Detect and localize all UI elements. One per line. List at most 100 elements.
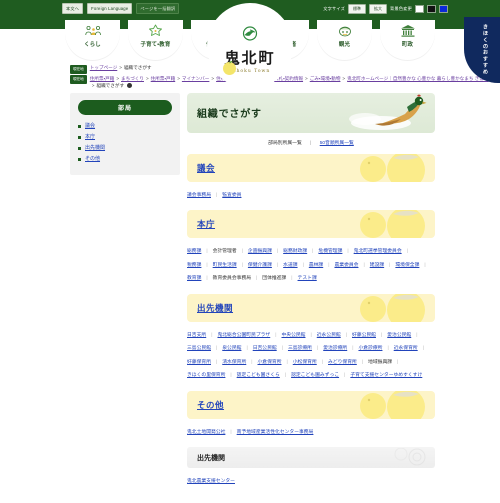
font-size-large-button[interactable]: 拡大 (369, 4, 388, 14)
org-link[interactable]: 日吉支所 (187, 333, 206, 338)
org-link[interactable]: 愛治公民館 (387, 333, 411, 338)
org-link[interactable]: 議会事務局 (187, 193, 211, 198)
sidebar-item-deasaki-kikan[interactable]: 出先機関 (78, 143, 172, 154)
bg-color-blue-swatch[interactable] (439, 5, 448, 13)
org-link[interactable]: 教育課 (187, 276, 201, 281)
page-layout: 部局 議会 本庁 出先機関 その他 組織でさがす 部局別所属一覧 | 50音順所… (0, 92, 500, 497)
org-link[interactable]: 三島公民館 (187, 346, 211, 351)
org-link[interactable]: 南予地域産業活性化センター事務局 (237, 430, 314, 435)
org-link[interactable]: 保健介護課 (248, 263, 272, 268)
section-header-honcho[interactable]: 本庁 (187, 210, 435, 238)
breadcrumb-link[interactable]: 住所票・戸籍 (90, 76, 115, 81)
breadcrumb-link[interactable]: まちづくり (121, 76, 144, 81)
foreign-language-button[interactable]: Foreign Language (87, 3, 133, 14)
link-separator: | (397, 359, 399, 365)
breadcrumb-link-home[interactable]: 鬼北町ホームページ｜自然豊かな 心豊かな 暮らし豊かなまち きほく (347, 76, 488, 81)
view-link-bukyoku[interactable]: 部局別所属一覧 (268, 141, 302, 146)
sidebar-item-label[interactable]: その他 (85, 156, 100, 162)
view-link-separator: | (310, 140, 312, 146)
org-link[interactable]: 危機管理課 (318, 249, 342, 254)
org-link[interactable]: 子育て支援センターゆめすくすけ (350, 373, 422, 378)
org-link[interactable]: 鬼北農業支援センター (187, 479, 235, 484)
translate-page-button[interactable]: ページを一括翻訳 (136, 3, 180, 14)
breadcrumb-link-top[interactable]: トップページ (90, 65, 117, 70)
bg-color-white-swatch[interactable] (415, 5, 424, 13)
org-link[interactable]: 建設課 (370, 263, 384, 268)
section-header-deasaki[interactable]: 出先機関 (187, 293, 435, 322)
org-link[interactable]: 企画振興課 (248, 249, 272, 254)
flower-icon (124, 23, 187, 39)
breadcrumb-links: トップページ > 組織でさがす (90, 64, 492, 71)
sidebar-item-label[interactable]: 出先機関 (85, 145, 105, 151)
org-link[interactable]: 近永保育所 (394, 346, 418, 351)
org-link[interactable]: 三島診療所 (288, 346, 312, 351)
org-link[interactable]: 農林課 (309, 263, 323, 268)
org-link[interactable]: 小倉保育所 (258, 360, 282, 365)
section-header-sonota[interactable]: その他 (187, 390, 435, 419)
org-link[interactable]: 認定こども園さくら (237, 373, 280, 378)
link-separator: | (302, 262, 304, 268)
org-link[interactable]: 税務課 (187, 263, 201, 268)
nav-item-kurashi[interactable]: くらし (61, 20, 124, 60)
link-separator: | (230, 373, 232, 378)
section-title[interactable]: その他 (197, 399, 224, 411)
nav-item-kanko[interactable]: 観光 (313, 20, 376, 60)
org-link[interactable]: 総務財政課 (283, 249, 307, 254)
nav-item-chosei[interactable]: 町政 (376, 20, 439, 60)
org-link[interactable]: 好藤公民館 (352, 333, 376, 338)
org-link[interactable]: 環境保全課 (395, 263, 419, 268)
print-icon[interactable] (127, 82, 133, 88)
skip-to-content-button[interactable]: 本文へ (62, 3, 84, 14)
link-separator: | (251, 359, 253, 365)
org-link[interactable]: 鬼北町選挙管理委員会 (354, 249, 402, 254)
sidebar-item-honcho[interactable]: 本庁 (78, 132, 172, 143)
link-separator: | (361, 359, 364, 365)
section-title[interactable]: 本庁 (197, 218, 215, 230)
org-link[interactable]: みどり保育所 (328, 360, 357, 365)
view-link-gojuon[interactable]: 50音順所属一覧 (320, 141, 354, 146)
org-link[interactable]: 鬼北土地開発公社 (187, 430, 225, 435)
section-title[interactable]: 議会 (197, 162, 215, 174)
org-link[interactable]: 近永公民館 (317, 333, 341, 338)
site-logo[interactable]: 鬼北町 Kihoku Town (207, 3, 293, 89)
bg-color-black-swatch[interactable] (427, 5, 436, 13)
breadcrumb-link[interactable]: マイナンバー (182, 76, 209, 81)
org-link[interactable]: 小松保育所 (293, 360, 317, 365)
section-header-gikai[interactable]: 議会 (187, 153, 435, 182)
page-title: 組織でさがす (197, 109, 262, 120)
section-title[interactable]: 出先機関 (197, 302, 233, 314)
org-link[interactable]: 小倉診療所 (358, 346, 382, 351)
nav-item-kosodate-kyoiku[interactable]: 子育て・教育 (124, 20, 187, 60)
org-link[interactable]: 農業委員会 (334, 263, 358, 268)
org-link[interactable]: 好藤保育所 (187, 360, 211, 365)
font-size-standard-button[interactable]: 標準 (348, 4, 367, 14)
org-link[interactable]: 愛治診療所 (323, 346, 347, 351)
breadcrumb-link[interactable]: 住所票・戸籍 (151, 76, 176, 81)
org-link[interactable]: 総務課 (187, 249, 201, 254)
section-links-deasaki: 日吉支所 | 鬼北総合公園町民プラザ | 中央公民館 | 近永公民館 | 好藤公民館 | 愛治公民館… (187, 327, 435, 381)
sidebar-item-gikai[interactable]: 議会 (78, 121, 172, 132)
link-separator: | (416, 332, 418, 338)
org-link[interactable]: テスト課 (298, 276, 317, 281)
page-title-banner: 組織でさがす (187, 92, 435, 133)
org-link[interactable]: 認定こども園みずっこ (291, 373, 339, 378)
org-link[interactable]: 町民生活課 (213, 263, 237, 268)
sidebar-item-sonota[interactable]: その他 (78, 154, 172, 165)
org-link[interactable]: 水道課 (283, 263, 297, 268)
breadcrumb-separator: > (211, 75, 215, 81)
bird-emblem-icon (240, 26, 260, 46)
org-link[interactable]: 鬼北総合公園町民プラザ (217, 333, 270, 338)
org-link[interactable]: 清水保育所 (222, 360, 246, 365)
breadcrumb-secondary: 現在地 住所票・戸籍>まちづくり>住所票・戸籍>マイナンバー>住所票・戸籍>医療… (70, 75, 492, 89)
org-link[interactable]: きほくの里保育所 (187, 373, 225, 378)
org-link[interactable]: 監査委員 (222, 193, 241, 198)
breadcrumb-link[interactable]: ごみ・環境・動物 (310, 76, 341, 81)
link-separator: | (345, 332, 347, 338)
sidebar-item-label[interactable]: 本庁 (85, 134, 95, 140)
nav-label: 子育て・教育 (140, 42, 171, 48)
nav-label: くらし (84, 42, 101, 48)
sidebar-item-label[interactable]: 議会 (85, 123, 95, 129)
org-link[interactable]: 日吉公民館 (253, 346, 277, 351)
org-link[interactable]: 中央公民館 (281, 333, 305, 338)
org-link[interactable]: 泉公民館 (222, 346, 241, 351)
